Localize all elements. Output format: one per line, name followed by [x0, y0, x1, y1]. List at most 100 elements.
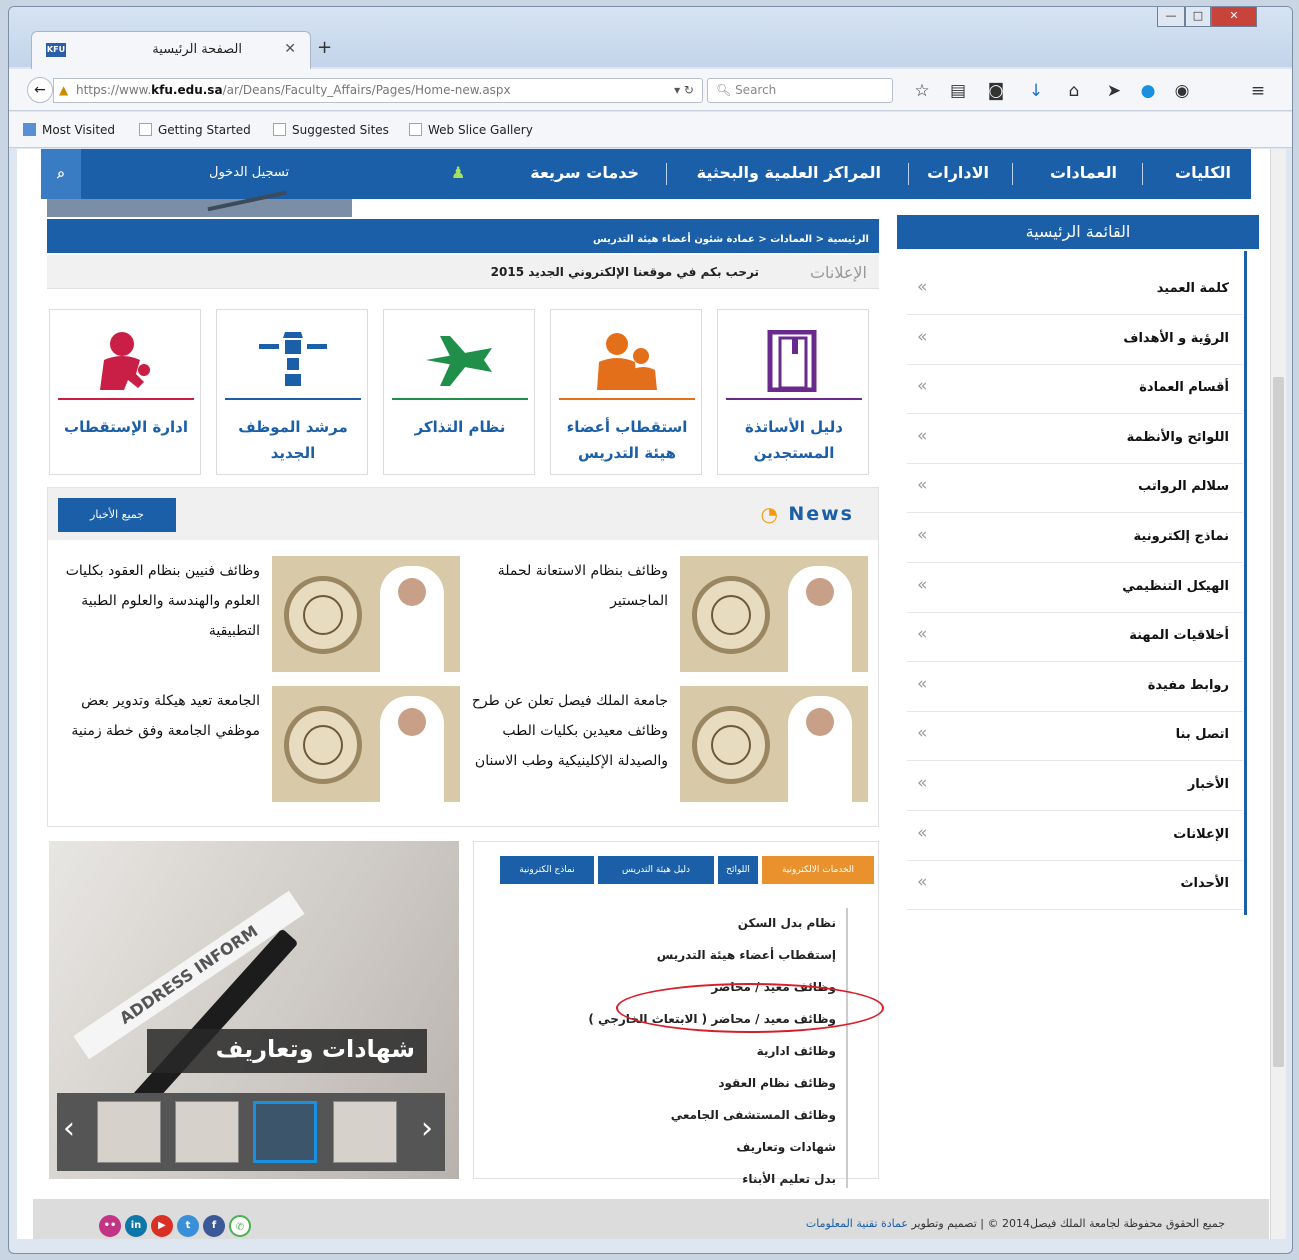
site-search-button[interactable]: ⌕ — [41, 149, 81, 199]
side-menu-item[interactable]: « الإعلانات — [907, 811, 1243, 861]
side-menu-item[interactable]: « نماذج إلكترونية — [907, 513, 1243, 563]
eservice-link[interactable]: وظائف ادارية — [528, 1036, 846, 1068]
news-item[interactable]: وظائف بنظام الاستعانة لحملة الماجستير — [468, 556, 868, 678]
menu-hamburger-icon[interactable]: ≡ — [1247, 81, 1269, 101]
slider-thumbnail[interactable] — [333, 1101, 397, 1163]
news-text[interactable]: وظائف بنظام الاستعانة لحملة الماجستير — [458, 556, 668, 616]
browser-tab[interactable]: KFU الصفحة الرئيسية ✕ — [31, 31, 311, 69]
news-text[interactable]: الجامعة تعيد هيكلة وتدوير بعض موظفي الجا… — [60, 686, 260, 746]
news-item[interactable]: وظائف فنيين بنظام العقود بكليات العلوم و… — [60, 556, 460, 678]
maximize-button[interactable]: □ — [1185, 7, 1211, 27]
back-button[interactable]: ← — [27, 77, 53, 103]
side-menu-item[interactable]: « أقسام العمادة — [907, 364, 1243, 415]
tab-regulations[interactable]: اللوائح — [718, 856, 758, 884]
news-text[interactable]: وظائف فنيين بنظام العقود بكليات العلوم و… — [60, 556, 260, 646]
reading-list-icon[interactable]: ▤ — [947, 81, 969, 101]
people-icon — [597, 333, 657, 390]
highlight-annotation — [616, 983, 884, 1033]
side-menu-item[interactable]: « اتصل بنا — [907, 711, 1243, 762]
side-menu-item-label: الأخبار — [1187, 777, 1229, 792]
search-input[interactable]: 🔍︎ Search — [707, 78, 893, 103]
tile-recruitment-management[interactable]: ادارة الإستقطاب — [49, 309, 201, 475]
bookmark-getting-started[interactable]: Getting Started — [139, 123, 251, 137]
download-icon[interactable]: ↓ — [1025, 81, 1047, 101]
side-menu-item-label: اللوائح والأنظمة — [1126, 429, 1229, 445]
nav-administrations[interactable]: الادارات — [927, 163, 989, 182]
nav-quick-services[interactable]: خدمات سريعة — [530, 163, 639, 182]
side-menu-item[interactable]: « روابط مفيدة — [907, 662, 1243, 712]
send-icon[interactable]: ➤ — [1103, 81, 1125, 101]
nav-colleges[interactable]: الكليات — [1175, 163, 1231, 182]
side-menu: « كلمة العميد « الرؤية و الأهداف « أقسام العم… — [907, 251, 1247, 915]
linkedin-icon[interactable]: in — [125, 1215, 147, 1237]
close-window-button[interactable]: ✕ — [1211, 7, 1257, 27]
eservice-link-certificates[interactable]: شهادات وتعاريف — [528, 1132, 846, 1164]
user-icon: ♟ — [451, 163, 466, 182]
slider-thumbnail[interactable] — [97, 1101, 161, 1163]
tab-eservices[interactable]: الخدمات الالكترونية — [762, 856, 874, 884]
news-item[interactable]: الجامعة تعيد هيكلة وتدوير بعض موظفي الجا… — [60, 686, 460, 808]
tile-new-faculty-guide[interactable]: دليل الأساتذة المستجدين — [717, 309, 869, 475]
side-menu-item-label: روابط مفيدة — [1147, 677, 1229, 693]
breadcrumb[interactable]: الرئيسية < العمادات < عمادة شئون أعضاء ه… — [47, 219, 879, 253]
facebook-icon[interactable]: f — [203, 1215, 225, 1237]
tab-faculty-guide[interactable]: دليل هيئة التدريس — [598, 856, 714, 884]
slider-thumbnail[interactable] — [175, 1101, 239, 1163]
eservice-link[interactable]: بدل تعليم الأبناء — [528, 1164, 846, 1188]
side-menu-item[interactable]: « اللوائح والأنظمة — [907, 414, 1243, 464]
nav-research-centers[interactable]: المراكز العلمية والبحثية — [697, 163, 881, 182]
side-menu-item[interactable]: « الأخبار — [907, 761, 1243, 811]
bookmarks-toolbar: Most Visited Getting Started Suggested S… — [9, 112, 1292, 148]
tile-underline — [392, 398, 528, 400]
reload-icon[interactable]: ▾ ↻ — [674, 79, 694, 102]
slider-thumbnail-active[interactable] — [253, 1101, 317, 1163]
side-menu-item[interactable]: « سلالم الرواتب — [907, 463, 1243, 514]
news-text[interactable]: جامعة الملك فيصل تعلن عن طرح وظائف معيدي… — [458, 686, 668, 776]
twitter-icon[interactable]: t — [177, 1215, 199, 1237]
bookmark-suggested-sites[interactable]: Suggested Sites — [273, 123, 389, 137]
side-menu-item[interactable]: « أخلاقيات المهنة — [907, 612, 1243, 663]
whatsapp-icon[interactable]: ✆ — [229, 1215, 251, 1237]
side-menu-item[interactable]: « كلمة العميد — [907, 265, 1243, 315]
eservice-link[interactable]: إستقطاب أعضاء هيئة التدريس — [528, 940, 846, 972]
nav-deanships[interactable]: العمادات — [1050, 163, 1117, 182]
close-tab-icon[interactable]: ✕ — [284, 41, 296, 57]
new-tab-button[interactable]: + — [317, 37, 332, 58]
address-bar[interactable]: ▲ https://www.kfu.edu.sa/ar/Deans/Facult… — [53, 78, 703, 103]
login-link[interactable]: تسجيل الدخول — [209, 165, 289, 180]
bookmark-web-slice-gallery[interactable]: Web Slice Gallery — [409, 123, 533, 137]
tab-eforms[interactable]: نماذج الكترونية — [500, 856, 594, 884]
eservice-link[interactable]: وظائف نظام العقود — [528, 1068, 846, 1100]
news-item[interactable]: جامعة الملك فيصل تعلن عن طرح وظائف معيدي… — [468, 686, 868, 808]
tile-ticket-system[interactable]: نظام التذاكر — [383, 309, 535, 475]
tile-new-employee-guide[interactable]: مرشد الموظف الجديد — [216, 309, 368, 475]
search-icon: ⌕ — [57, 166, 65, 182]
news-image — [680, 556, 868, 672]
tile-faculty-recruitment[interactable]: استقطاب أعضاء هيئة التدريس — [550, 309, 702, 475]
chat-icon[interactable]: ◉ — [1171, 81, 1193, 101]
eservice-link[interactable]: وظائف المستشفى الجامعي — [528, 1100, 846, 1132]
flickr-icon[interactable]: •• — [99, 1215, 121, 1237]
double-chevron-left-icon: « — [917, 723, 928, 744]
star-bookmark-icon[interactable]: ☆ — [911, 81, 933, 101]
slide-caption[interactable]: شهادات وتعاريف — [147, 1029, 427, 1073]
scrollbar-thumb[interactable] — [1273, 377, 1284, 1067]
minimize-button[interactable]: — — [1157, 7, 1185, 27]
skype-icon[interactable]: ● — [1137, 81, 1159, 101]
youtube-icon[interactable]: ▶ — [151, 1215, 173, 1237]
bookmark-most-visited[interactable]: Most Visited — [23, 123, 115, 137]
announcement-message[interactable]: ترحب بكم في موقعنا الإلكتروني الجديد 201… — [491, 265, 759, 279]
pocket-icon[interactable]: ◙ — [985, 81, 1007, 101]
double-chevron-left-icon: « — [917, 277, 928, 297]
side-menu-item-label: الهيكل التنظيمي — [1122, 578, 1229, 594]
eservice-link[interactable]: نظام بدل السكن — [528, 908, 846, 940]
chevron-right-icon[interactable]: › — [421, 1111, 433, 1146]
chevron-left-icon[interactable]: ‹ — [63, 1111, 75, 1146]
credit-link[interactable]: عمادة تقنية المعلومات — [806, 1217, 908, 1230]
all-news-button[interactable]: جميع الأخبار — [58, 498, 176, 532]
side-menu-item[interactable]: « الهيكل التنظيمي — [907, 563, 1243, 613]
vertical-scrollbar[interactable] — [1270, 149, 1286, 1239]
side-menu-item[interactable]: « الأحداث — [907, 860, 1243, 911]
home-icon[interactable]: ⌂ — [1063, 81, 1085, 101]
side-menu-item[interactable]: « الرؤية و الأهداف — [907, 315, 1243, 365]
